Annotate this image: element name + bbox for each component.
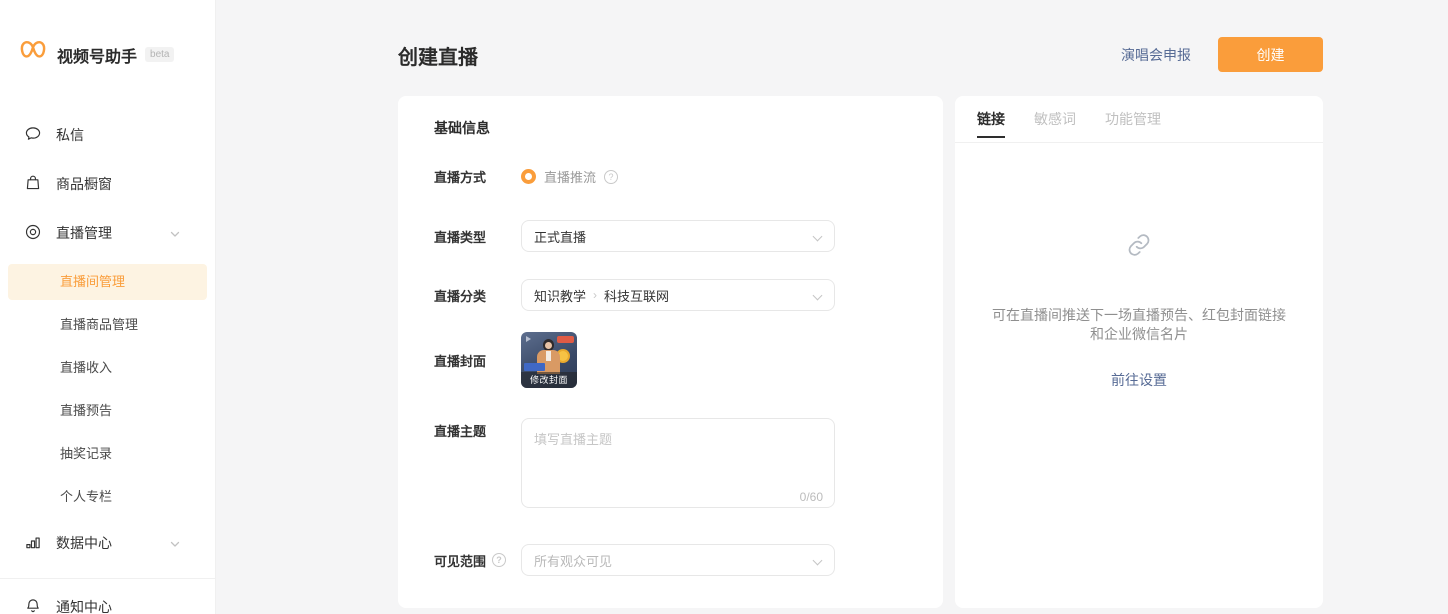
sidebar-item-label: 商品橱窗 (56, 174, 112, 194)
sidebar-item-live-preview[interactable]: 直播预告 (8, 393, 207, 429)
sidebar-item-lottery-records[interactable]: 抽奖记录 (8, 436, 207, 472)
basic-info-card: 基础信息 直播方式 直播推流 ? 直播类型 正式直播 (398, 96, 943, 608)
record-icon (24, 223, 42, 244)
sidebar-item-label: 通知中心 (56, 597, 112, 614)
page-title: 创建直播 (398, 41, 478, 70)
sidebar-divider (0, 578, 215, 579)
page-header: 创建直播 演唱会申报 创建 (398, 0, 1323, 96)
category-sub-value: 科技互联网 (604, 286, 669, 305)
sidebar: 视频号助手 beta 私信 商品橱窗 (0, 0, 216, 614)
header-actions: 演唱会申报 创建 (1121, 37, 1323, 72)
edit-cover-button[interactable]: 修改封面 (521, 372, 577, 388)
cover-image[interactable]: 修改封面 (521, 332, 577, 388)
chevron-right-icon: › (593, 288, 597, 302)
live-push-label: 直播推流 (544, 167, 596, 186)
chevron-down-icon (813, 556, 823, 566)
cover-person-shirt (546, 351, 551, 361)
sidebar-item-live-management[interactable]: 直播管理 (0, 219, 215, 247)
sidebar-item-personal-column[interactable]: 个人专栏 (8, 479, 207, 515)
link-icon (955, 231, 1323, 264)
sidebar-item-notification-center[interactable]: 通知中心 (0, 593, 215, 614)
sidebar-item-label: 数据中心 (56, 533, 112, 553)
live-topic-label: 直播主题 (434, 418, 521, 440)
sidebar-item-live-product-management[interactable]: 直播商品管理 (8, 307, 207, 343)
radio-selected-icon[interactable] (521, 169, 536, 184)
visibility-value: 所有观众可见 (534, 551, 612, 570)
live-category-select[interactable]: 知识教学 › 科技互联网 (521, 279, 835, 311)
chat-icon (24, 125, 42, 146)
form-row-live-category: 直播分类 知识教学 › 科技互联网 (434, 279, 907, 311)
cover-caption-box (524, 363, 545, 371)
live-tools-card: 链接 敏感词 功能管理 可在直播间推送下一场直播预告、红包封面链接和企业微信名片… (955, 96, 1323, 608)
create-button[interactable]: 创建 (1218, 37, 1323, 72)
chevron-down-icon (813, 232, 823, 242)
concert-application-link[interactable]: 演唱会申报 (1121, 45, 1191, 65)
cover-badge (557, 336, 574, 343)
live-category-label: 直播分类 (434, 286, 521, 305)
visibility-select[interactable]: 所有观众可见 (521, 544, 835, 576)
char-counter: 0/60 (800, 490, 823, 504)
tab-links[interactable]: 链接 (977, 96, 1005, 142)
bag-icon (24, 174, 42, 195)
live-type-label: 直播类型 (434, 227, 521, 246)
tab-feature-management[interactable]: 功能管理 (1105, 96, 1161, 142)
beta-badge: beta (145, 47, 174, 62)
channels-logo-icon (17, 36, 49, 73)
form-row-live-topic: 直播主题 0/60 (434, 418, 907, 513)
form-row-live-cover: 直播封面 修改封面 (434, 332, 907, 388)
sidebar-item-label: 私信 (56, 125, 84, 145)
live-topic-input[interactable] (521, 418, 835, 508)
sidebar-item-label: 直播管理 (56, 223, 112, 243)
links-tab-content: 可在直播间推送下一场直播预告、红包封面链接和企业微信名片 前往设置 (955, 231, 1323, 390)
chart-icon (24, 533, 42, 554)
bell-icon (24, 597, 42, 614)
sidebar-nav: 私信 商品橱窗 直播管理 直播间管理 直播商品 (0, 121, 215, 614)
section-title: 基础信息 (434, 118, 943, 138)
live-method-label: 直播方式 (434, 167, 521, 186)
sidebar-item-data-center[interactable]: 数据中心 (0, 529, 215, 557)
tab-sensitive-words[interactable]: 敏感词 (1034, 96, 1076, 142)
visibility-label: 可见范围 (434, 551, 486, 570)
category-main-value: 知识教学 (534, 286, 586, 305)
main-area: 创建直播 演唱会申报 创建 基础信息 直播方式 直播推流 ? (216, 0, 1448, 614)
brand: 视频号助手 beta (0, 0, 215, 73)
chevron-down-icon (169, 227, 181, 243)
go-to-settings-link[interactable]: 前往设置 (1111, 370, 1167, 390)
links-description: 可在直播间推送下一场直播预告、红包封面链接和企业微信名片 (989, 306, 1289, 344)
chevron-down-icon (169, 537, 181, 553)
form-row-live-type: 直播类型 正式直播 (434, 220, 907, 252)
panel-tabs: 链接 敏感词 功能管理 (955, 96, 1323, 143)
help-icon[interactable]: ? (492, 553, 506, 567)
sidebar-item-product-showcase[interactable]: 商品橱窗 (0, 170, 215, 198)
sidebar-item-live-income[interactable]: 直播收入 (8, 350, 207, 386)
live-push-radio[interactable]: 直播推流 ? (521, 167, 618, 186)
live-type-value: 正式直播 (534, 227, 586, 246)
play-icon (526, 336, 531, 342)
form-row-visibility: 可见范围 ? 所有观众可见 (434, 544, 907, 576)
brand-name: 视频号助手 (57, 43, 137, 67)
live-management-submenu: 直播间管理 直播商品管理 直播收入 直播预告 抽奖记录 个人专栏 (0, 264, 215, 515)
help-icon[interactable]: ? (604, 170, 618, 184)
chevron-down-icon (813, 291, 823, 301)
form-row-live-method: 直播方式 直播推流 ? (434, 167, 907, 186)
live-type-select[interactable]: 正式直播 (521, 220, 835, 252)
cover-person-face (545, 342, 552, 349)
sidebar-item-private-message[interactable]: 私信 (0, 121, 215, 149)
live-cover-label: 直播封面 (434, 351, 521, 370)
sidebar-item-live-room-management[interactable]: 直播间管理 (8, 264, 207, 300)
